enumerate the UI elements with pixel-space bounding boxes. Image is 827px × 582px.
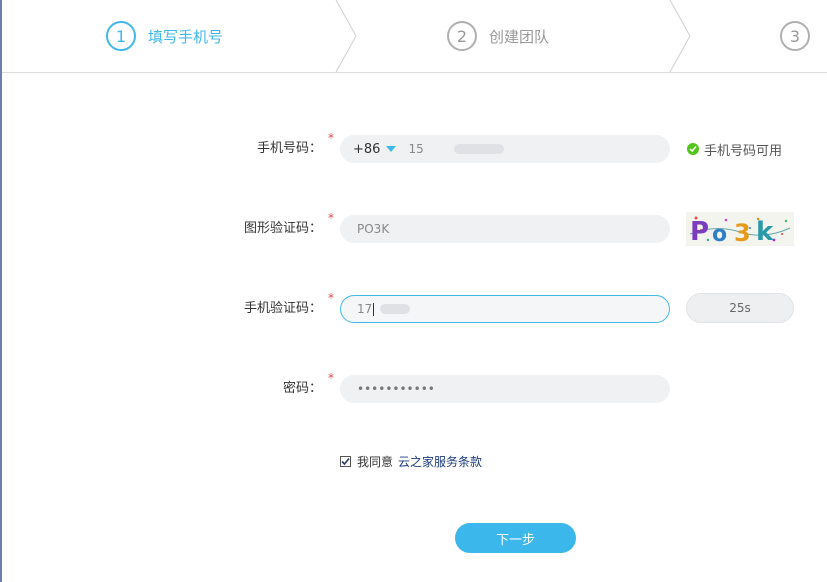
captcha-char: k [756,217,774,246]
sms-label: 手机验证码： [243,301,322,316]
step-separator-chevron-icon [335,0,357,72]
chevron-down-icon[interactable] [386,146,397,152]
agreement-row: 我同意 云之家服务条款 [340,451,482,471]
check-circle-icon [687,143,699,155]
step-2-number: 2 [447,21,477,51]
password-input[interactable]: ••••••••••• [340,375,670,403]
password-row: 密码： * ••••••••••• [0,371,827,404]
captcha-char: P [690,217,709,246]
step-3-number: 3 [780,21,810,51]
checkmark-icon [341,457,350,465]
text-cursor [373,302,375,316]
next-step-button[interactable]: 下一步 [455,523,576,553]
country-code-select[interactable]: +86 [353,142,380,157]
resend-code-countdown-button[interactable]: 25s [686,293,794,323]
redacted-phone-digits [453,144,504,154]
redacted-sms-digits [380,304,411,314]
phone-status-text: 手机号码可用 [704,143,783,159]
required-mark: * [328,211,334,225]
step-1: 1 填写手机号 [106,0,223,72]
step-1-number: 1 [106,21,136,51]
step-separator-chevron-icon [669,0,691,72]
required-mark: * [328,291,334,305]
phone-value: 15 [408,142,424,156]
phone-row: 手机号码： * +86 15 手机号码可用 [0,131,827,164]
step-indicator: 1 填写手机号 2 创建团队 3 [2,0,827,73]
required-mark: * [328,371,334,385]
terms-link[interactable]: 云之家服务条款 [398,453,482,470]
captcha-input[interactable]: PO3K [340,215,670,243]
step-2: 2 创建团队 [447,0,549,72]
sms-row: 手机验证码： * 17 25s [0,291,827,324]
captcha-char: o [712,222,727,246]
sms-code-input[interactable]: 17 [340,295,670,323]
step-1-label: 填写手机号 [148,27,224,46]
window-left-border [0,0,2,582]
captcha-char: 3 [734,219,751,246]
captcha-row: 图形验证码： * PO3K P o 3 k [0,211,827,246]
step-2-label: 创建团队 [489,27,550,46]
agree-text: 我同意 [357,454,394,469]
captcha-value: PO3K [357,222,390,236]
password-value: ••••••••••• [357,382,435,396]
sms-value: 17 [357,302,373,316]
captcha-image[interactable]: P o 3 k [686,212,794,246]
password-label: 密码： [282,381,322,396]
phone-input[interactable]: +86 15 [340,135,670,163]
phone-status: 手机号码可用 [687,134,782,164]
agree-checkbox[interactable] [340,455,351,467]
step-3: 3 [780,0,810,72]
phone-label: 手机号码： [256,141,322,156]
captcha-label: 图形验证码： [243,221,322,236]
required-mark: * [328,131,334,145]
